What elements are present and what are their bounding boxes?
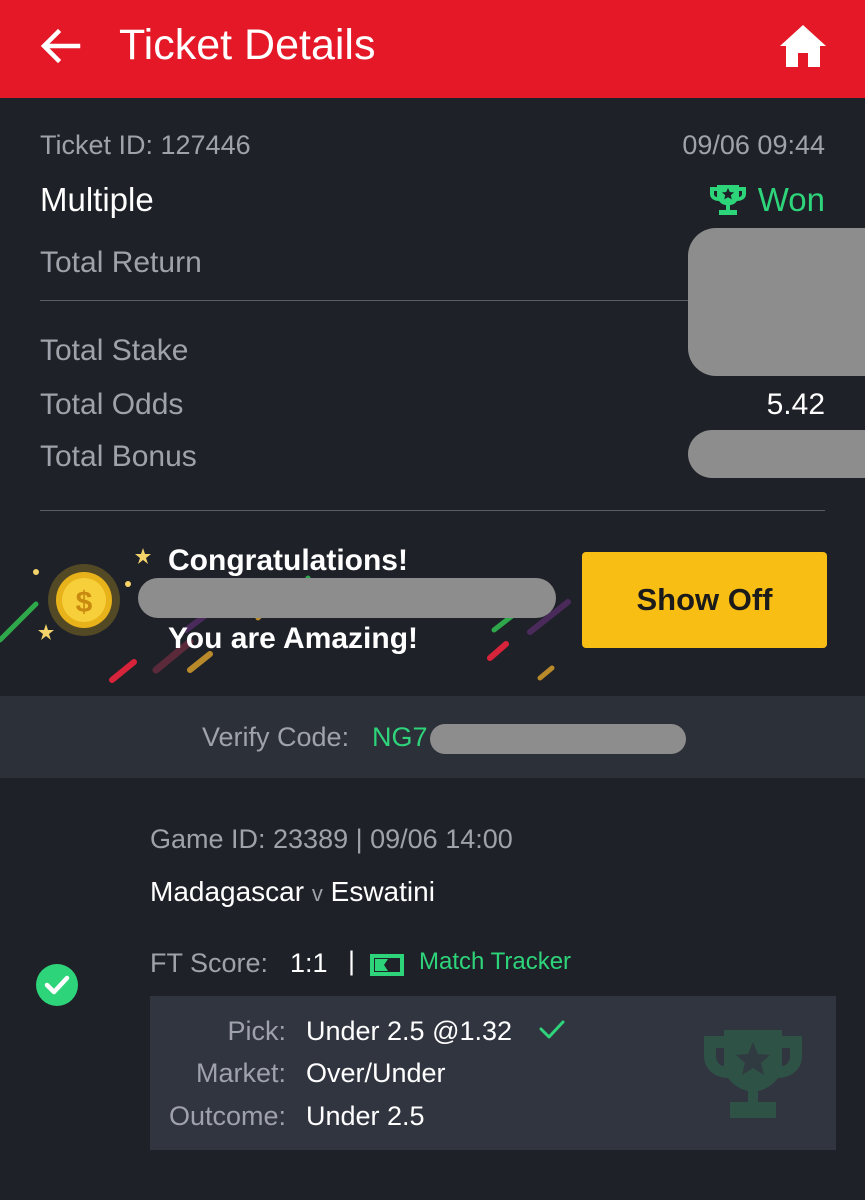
pick-value: Under 2.5 @1.32 xyxy=(306,1016,513,1046)
market-value: Over/Under xyxy=(306,1058,446,1088)
show-off-button[interactable]: Show Off xyxy=(582,552,827,648)
ft-score-value: 1:1 xyxy=(290,948,328,978)
redacted-bonus xyxy=(688,430,865,478)
match-teams: Madagascar v Eswatini xyxy=(150,876,435,908)
away-team: Eswatini xyxy=(330,876,435,907)
ft-score-label: FT Score: xyxy=(150,948,269,978)
check-circle-icon xyxy=(36,964,78,1006)
home-icon xyxy=(780,25,826,67)
congrats-title: Congratulations! xyxy=(168,544,408,577)
separator: | xyxy=(348,946,356,976)
checkmark-icon xyxy=(539,1020,565,1039)
status-label: Won xyxy=(757,181,825,218)
bet-type: Multiple xyxy=(40,181,154,218)
congrats-banner: $ Congratulations! You are Amazing! Show… xyxy=(0,520,865,696)
arrow-left-icon xyxy=(40,28,81,64)
divider xyxy=(40,510,825,511)
pick-details: Pick: Under 2.5 @1.32 Market: Over/Under… xyxy=(150,996,836,1150)
redacted-verify-code xyxy=(430,724,686,754)
total-odds-value: 5.42 xyxy=(766,388,825,421)
total-stake-label: Total Stake xyxy=(40,334,189,367)
app-header: Ticket Details xyxy=(0,0,865,98)
ticket-id: Ticket ID: 127446 xyxy=(40,130,251,160)
game-entry: Game ID: 23389 | 09/06 14:00 Madagascar … xyxy=(0,778,865,1200)
ticket-date: 09/06 09:44 xyxy=(682,130,825,160)
status-badge: Won xyxy=(708,181,825,219)
svg-text:$: $ xyxy=(76,586,93,619)
redacted-amount xyxy=(688,228,865,376)
versus-label: v xyxy=(311,881,323,906)
home-button[interactable] xyxy=(778,22,828,70)
pick-label: Pick: xyxy=(227,1016,286,1046)
page-title: Ticket Details xyxy=(119,21,376,69)
market-label: Market: xyxy=(195,1058,286,1088)
total-bonus-label: Total Bonus xyxy=(40,440,197,473)
trophy-icon xyxy=(709,185,746,215)
outcome-label: Outcome: xyxy=(168,1101,286,1131)
outcome-value: Under 2.5 xyxy=(306,1101,425,1131)
total-return-label: Total Return xyxy=(40,246,202,279)
verify-code-bar: Verify Code: NG7 xyxy=(0,696,865,778)
total-odds-label: Total Odds xyxy=(40,388,184,421)
verify-code-label: Verify Code: xyxy=(202,722,350,752)
game-meta: Game ID: 23389 | 09/06 14:00 xyxy=(150,824,513,854)
home-team: Madagascar xyxy=(150,876,305,907)
back-button[interactable] xyxy=(38,24,82,68)
match-tracker-icon[interactable] xyxy=(370,954,404,976)
congrats-subtitle: You are Amazing! xyxy=(168,622,419,655)
redacted-message xyxy=(138,578,556,618)
verify-code-value: NG7 xyxy=(372,722,428,752)
match-tracker-link[interactable]: Match Tracker xyxy=(419,948,571,976)
trophy-watermark-icon xyxy=(704,1030,802,1118)
